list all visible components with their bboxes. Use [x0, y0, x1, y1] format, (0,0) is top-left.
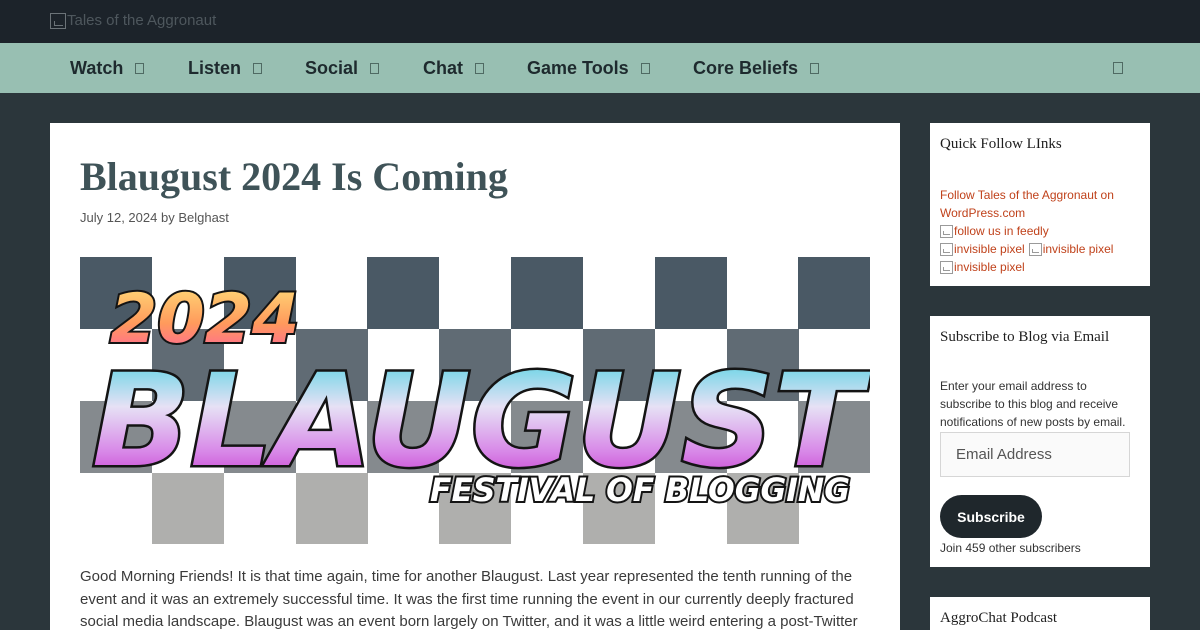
banner-tagline: FESTIVAL OF BLOGGING — [430, 471, 850, 509]
image-alt-text: invisible pixel — [954, 260, 1025, 274]
feedly-follow-link[interactable]: follow us in feedly — [940, 224, 1049, 238]
pixel-link[interactable]: invisible pixel — [940, 260, 1025, 274]
hero-image: 2024 BLAUGUST FESTIVAL OF BLOGGING — [80, 257, 870, 544]
nav-item-chat[interactable]: Chat — [423, 43, 484, 93]
search-icon[interactable] — [1113, 62, 1123, 74]
subscribe-button[interactable]: Subscribe — [940, 495, 1042, 538]
subscribe-widget: Subscribe to Blog via Email Enter your e… — [930, 316, 1150, 567]
dropdown-caret-icon — [810, 62, 820, 74]
wordpress-follow-link[interactable]: Follow Tales of the Aggronaut on WordPre… — [940, 186, 1140, 222]
article-card: Blaugust 2024 Is Coming July 12, 2024 by… — [50, 123, 900, 630]
broken-image-icon — [940, 260, 953, 274]
nav-item-label: Core Beliefs — [693, 57, 799, 78]
link-text: Follow Tales of the Aggronaut on — [940, 188, 1114, 202]
site-logo-alt-text: Tales of the Aggronaut — [67, 12, 217, 29]
post-date[interactable]: July 12, 2024 — [80, 210, 157, 225]
quick-follow-links: Follow Tales of the Aggronaut on WordPre… — [940, 186, 1140, 276]
nav-item-watch[interactable]: Watch — [70, 43, 145, 93]
broken-image-icon — [50, 12, 66, 29]
dropdown-caret-icon — [475, 62, 484, 74]
widget-title: AggroChat Podcast — [940, 610, 1058, 626]
nav-item-label: Social — [305, 57, 359, 78]
broken-image-icon — [940, 242, 953, 256]
podcast-widget: AggroChat Podcast — [930, 597, 1150, 630]
nav-item-label: Game Tools — [527, 57, 629, 78]
post-by: by — [160, 210, 175, 225]
post-meta: July 12, 2024 by Belghast — [80, 210, 229, 225]
image-alt-text: invisible pixel — [954, 242, 1025, 256]
post-author[interactable]: Belghast — [178, 210, 229, 225]
dropdown-caret-icon — [135, 62, 145, 74]
broken-image-icon — [940, 224, 953, 238]
image-alt-text: invisible pixel — [1042, 242, 1114, 256]
nav-item-social[interactable]: Social — [305, 43, 380, 93]
pixel-link[interactable]: invisible pixel — [940, 242, 1025, 256]
nav-item-listen[interactable]: Listen — [188, 43, 263, 93]
post-title[interactable]: Blaugust 2024 Is Coming — [80, 153, 508, 200]
subscriber-count: Join 459 other subscribers — [940, 541, 1081, 555]
widget-title: Subscribe to Blog via Email — [940, 329, 1110, 345]
widget-title: Quick Follow LInks — [940, 136, 1062, 152]
post-body: Good Morning Friends! It is that time ag… — [80, 566, 870, 630]
quick-follow-widget: Quick Follow LInks Follow Tales of the A… — [930, 123, 1150, 286]
post-body-line: event and it was an extremely successful… — [80, 590, 854, 608]
post-body-line: social media landscape. Blaugust was an … — [80, 613, 858, 630]
description-line: Enter your email address to — [940, 379, 1087, 393]
blaugust-banner: 2024 BLAUGUST FESTIVAL OF BLOGGING — [80, 257, 870, 544]
email-placeholder: Email Address — [956, 446, 1052, 463]
email-field[interactable]: Email Address — [940, 432, 1130, 477]
dropdown-caret-icon — [370, 62, 380, 74]
dropdown-caret-icon — [253, 62, 263, 74]
site-logo[interactable]: Tales of the Aggronaut — [50, 12, 216, 29]
top-bar: Tales of the Aggronaut — [0, 0, 1200, 43]
dropdown-caret-icon — [640, 62, 650, 74]
nav-item-label: Chat — [423, 57, 463, 78]
nav-item-label: Listen — [188, 57, 242, 78]
link-text: WordPress.com — [940, 206, 1026, 220]
main-navigation: Watch Listen Social Chat Game Tools Core… — [0, 43, 1200, 93]
pixel-link[interactable]: invisible pixel — [1028, 242, 1114, 256]
subscribe-description: Enter your email address to subscribe to… — [940, 377, 1145, 431]
post-body-line: Good Morning Friends! It is that time ag… — [80, 568, 853, 585]
description-line: notifications of new posts by email. — [940, 415, 1126, 429]
description-line: subscribe to this blog and receive — [940, 397, 1119, 411]
nav-item-label: Watch — [70, 57, 124, 78]
image-alt-text: follow us in feedly — [954, 224, 1049, 238]
nav-item-game-tools[interactable]: Game Tools — [527, 43, 650, 93]
broken-image-icon — [1028, 242, 1042, 256]
nav-item-core-beliefs[interactable]: Core Beliefs — [693, 43, 820, 93]
